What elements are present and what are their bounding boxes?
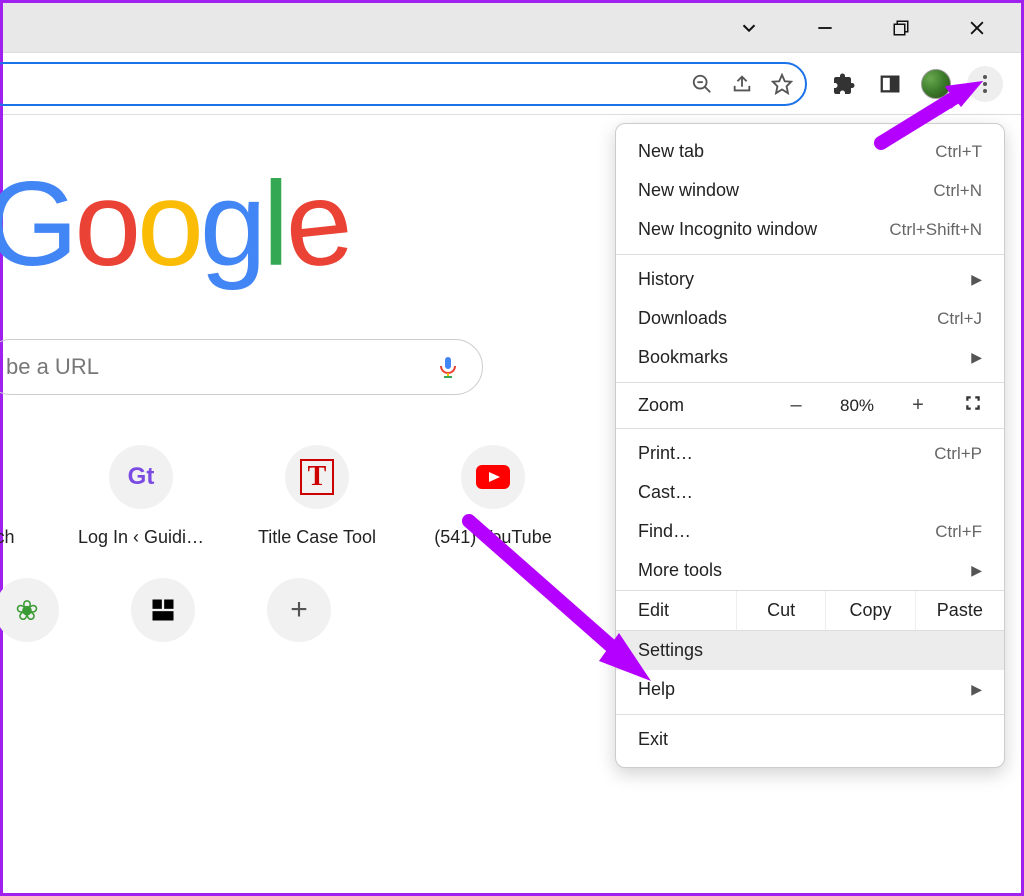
chevron-right-icon: ▶ xyxy=(971,562,982,579)
shortcut-item[interactable]: ❀ xyxy=(0,578,59,642)
menu-history[interactable]: History▶ xyxy=(616,260,1004,299)
tab-overflow-button[interactable] xyxy=(733,12,765,44)
window-maximize-button[interactable] xyxy=(885,12,917,44)
shortcut-item[interactable]: Gt Log In ‹ Guidi… xyxy=(71,445,211,548)
menu-exit[interactable]: Exit xyxy=(616,720,1004,759)
window-titlebar xyxy=(3,3,1021,53)
menu-print[interactable]: Print…Ctrl+P xyxy=(616,434,1004,473)
annotation-arrow-icon xyxy=(461,513,651,683)
zoom-in-button[interactable]: + xyxy=(894,394,942,417)
menu-edit-cut[interactable]: Cut xyxy=(736,591,825,630)
ntp-search-box[interactable]: be a URL xyxy=(0,339,483,395)
menu-new-incognito[interactable]: New Incognito windowCtrl+Shift+N xyxy=(616,210,1004,249)
omnibox[interactable] xyxy=(0,62,807,106)
add-shortcut-button[interactable]: + xyxy=(267,578,331,642)
shortcut-item[interactable]: ch xyxy=(0,445,35,548)
menu-more-tools[interactable]: More tools▶ xyxy=(616,551,1004,590)
menu-settings[interactable]: Settings xyxy=(616,631,1004,670)
chevron-right-icon: ▶ xyxy=(971,271,982,288)
menu-bookmarks[interactable]: Bookmarks▶ xyxy=(616,338,1004,377)
chevron-right-icon: ▶ xyxy=(971,349,982,366)
voice-search-icon[interactable] xyxy=(436,355,460,379)
window-minimize-button[interactable] xyxy=(809,12,841,44)
chevron-right-icon: ▶ xyxy=(971,681,982,698)
extensions-icon[interactable] xyxy=(829,69,859,99)
menu-downloads[interactable]: DownloadsCtrl+J xyxy=(616,299,1004,338)
shortcut-item[interactable] xyxy=(131,578,195,642)
zoom-indicator-icon[interactable] xyxy=(689,71,715,97)
zoom-out-button[interactable]: – xyxy=(772,394,820,417)
annotation-arrow-icon xyxy=(873,81,983,151)
fullscreen-button[interactable] xyxy=(942,394,982,417)
chrome-main-menu: New tabCtrl+T New windowCtrl+N New Incog… xyxy=(615,123,1005,768)
share-icon[interactable] xyxy=(729,71,755,97)
browser-toolbar xyxy=(3,53,1021,115)
menu-edit-paste[interactable]: Paste xyxy=(915,591,1004,630)
menu-find[interactable]: Find…Ctrl+F xyxy=(616,512,1004,551)
shortcut-item[interactable]: T Title Case Tool xyxy=(247,445,387,548)
search-placeholder: be a URL xyxy=(6,354,99,380)
menu-edit-copy[interactable]: Copy xyxy=(825,591,914,630)
window-close-button[interactable] xyxy=(961,12,993,44)
menu-zoom-row: Zoom – 80% + xyxy=(616,388,1004,423)
zoom-level: 80% xyxy=(820,396,894,416)
menu-new-window[interactable]: New windowCtrl+N xyxy=(616,171,1004,210)
menu-cast[interactable]: Cast… xyxy=(616,473,1004,512)
menu-help[interactable]: Help▶ xyxy=(616,670,1004,709)
menu-edit-row: Edit Cut Copy Paste xyxy=(616,590,1004,631)
bookmark-star-icon[interactable] xyxy=(769,71,795,97)
